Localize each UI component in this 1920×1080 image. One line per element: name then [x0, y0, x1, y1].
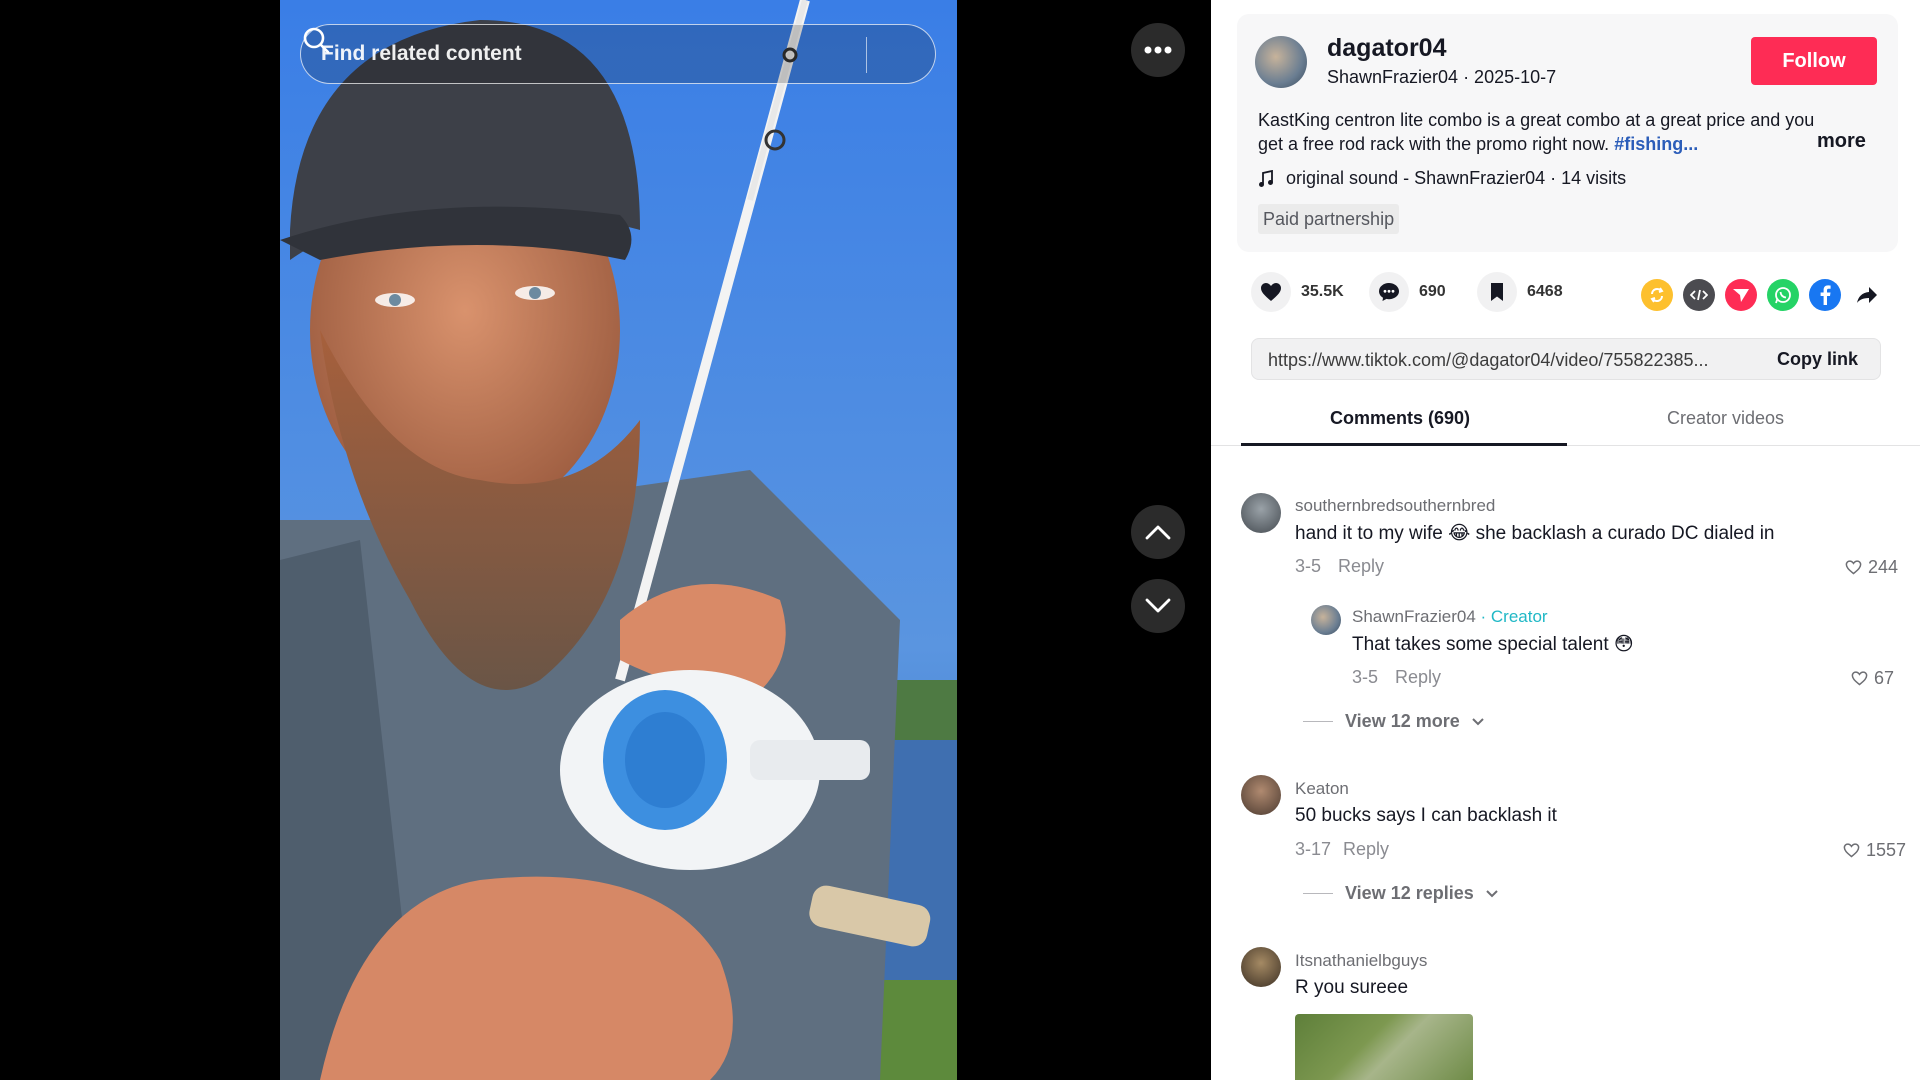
follow-button[interactable]: Follow	[1751, 37, 1877, 85]
avatar[interactable]	[1241, 493, 1281, 533]
reply-like[interactable]: 67	[1851, 668, 1894, 689]
comment-date: 3-17	[1295, 839, 1332, 859]
reply-date: 3-5	[1352, 667, 1379, 687]
save-action[interactable]: 6468	[1477, 272, 1563, 312]
reply-username-row: ShawnFrazier04 · Creator	[1352, 607, 1548, 627]
save-count: 6468	[1527, 283, 1563, 300]
share-icons	[1641, 279, 1883, 311]
description-text: KastKing centron lite combo is a great c…	[1258, 110, 1815, 154]
share-arrow-icon[interactable]	[1851, 279, 1883, 311]
details-panel: dagator04 ShawnFrazier04 · 2025-10-7 Fol…	[1211, 0, 1920, 1080]
like-count: 1557	[1866, 840, 1907, 860]
author-username[interactable]: dagator04	[1327, 34, 1446, 63]
view-more-line	[1303, 893, 1333, 894]
comment-date: 3-5	[1295, 556, 1322, 576]
facebook-icon[interactable]	[1809, 279, 1841, 311]
embed-icon[interactable]	[1683, 279, 1715, 311]
next-video-button[interactable]	[1131, 579, 1185, 633]
like-count: 244	[1868, 557, 1899, 577]
action-row: 35.5K 690 6468	[1251, 272, 1891, 316]
avatar[interactable]	[1241, 947, 1281, 987]
view-more-label: View 12 more	[1345, 711, 1460, 731]
video-url[interactable]: https://www.tiktok.com/@dagator04/video/…	[1268, 350, 1768, 371]
whatsapp-icon[interactable]	[1767, 279, 1799, 311]
comment-image[interactable]	[1295, 1014, 1473, 1080]
avatar[interactable]	[1311, 605, 1341, 635]
reply-text: That takes some special talent 😳	[1352, 634, 1634, 655]
like-count: 67	[1874, 668, 1895, 688]
creator-tag: · Creator	[1480, 607, 1548, 626]
comment-like[interactable]: 244	[1845, 557, 1898, 578]
reply-username[interactable]: ShawnFrazier04	[1352, 607, 1476, 626]
previous-video-button[interactable]	[1131, 505, 1185, 559]
view-more-line	[1303, 721, 1333, 722]
send-icon[interactable]	[1725, 279, 1757, 311]
comment-text: 50 bucks says I can backlash it	[1295, 805, 1557, 826]
paid-partnership-badge: Paid partnership	[1258, 204, 1400, 234]
reply-button[interactable]: Reply	[1343, 839, 1389, 860]
chevron-down-icon	[1486, 889, 1498, 897]
view-replies-label: View 12 replies	[1345, 883, 1474, 903]
comment-username[interactable]: Itsnathanielbguys	[1295, 951, 1427, 971]
reply-button[interactable]: Reply	[1338, 556, 1384, 577]
view-more-replies-button[interactable]: View 12 more	[1303, 711, 1484, 732]
music-row[interactable]: original sound - ShawnFrazier04 · 14 vis…	[1258, 168, 1626, 189]
description-more-button[interactable]: more	[1817, 130, 1866, 153]
repost-icon[interactable]	[1641, 279, 1673, 311]
like-count: 35.5K	[1301, 283, 1344, 300]
tab-creator-videos[interactable]: Creator videos	[1667, 408, 1784, 429]
music-note-icon	[1259, 169, 1273, 187]
ellipsis-icon	[1144, 46, 1172, 54]
active-tab-indicator	[1241, 443, 1567, 446]
chevron-up-icon	[1145, 525, 1171, 540]
like-action[interactable]: 35.5K	[1251, 272, 1344, 312]
author-avatar[interactable]	[1255, 36, 1307, 88]
comment-text: hand it to my wife 😂 she backlash a cura…	[1295, 523, 1775, 544]
heart-outline-icon	[1851, 671, 1868, 686]
comment-text: R you sureee	[1295, 977, 1409, 998]
view-replies-button[interactable]: View 12 replies	[1303, 883, 1498, 904]
search-input[interactable]	[301, 42, 861, 66]
heart-icon	[1261, 283, 1281, 301]
bookmark-icon	[1491, 283, 1503, 301]
comment-like[interactable]: 1557	[1843, 840, 1906, 861]
music-title: original sound - ShawnFrazier04 · 14 vis…	[1286, 168, 1627, 188]
heart-outline-icon	[1845, 560, 1862, 575]
tab-comments[interactable]: Comments (690)	[1330, 408, 1470, 429]
video-player[interactable]	[280, 0, 957, 1080]
panel-tabs: Comments (690) Creator videos	[1211, 400, 1920, 446]
search-box[interactable]	[300, 24, 936, 84]
avatar[interactable]	[1241, 775, 1281, 815]
comment-icon	[1379, 283, 1399, 301]
search-divider	[866, 37, 867, 73]
video-area	[0, 0, 1211, 1080]
hashtag-link[interactable]: #fishing...	[1614, 134, 1698, 154]
comment-username[interactable]: Keaton	[1295, 779, 1349, 799]
chevron-down-icon	[1472, 717, 1484, 725]
more-options-button[interactable]	[1131, 23, 1185, 77]
video-link-box: https://www.tiktok.com/@dagator04/video/…	[1251, 338, 1881, 380]
video-description: KastKing centron lite combo is a great c…	[1258, 108, 1828, 156]
heart-outline-icon	[1843, 843, 1860, 858]
comment-username[interactable]: southernbredsouthernbred	[1295, 496, 1495, 516]
reply-button[interactable]: Reply	[1395, 667, 1441, 688]
chevron-down-icon	[1145, 598, 1171, 613]
search-icon[interactable]	[301, 25, 331, 55]
author-subtitle: ShawnFrazier04 · 2025-10-7	[1327, 67, 1557, 87]
copy-link-button[interactable]: Copy link	[1777, 349, 1858, 370]
comment-count: 690	[1419, 283, 1446, 300]
comment-action[interactable]: 690	[1369, 272, 1446, 312]
video-frame-image	[280, 0, 957, 1080]
